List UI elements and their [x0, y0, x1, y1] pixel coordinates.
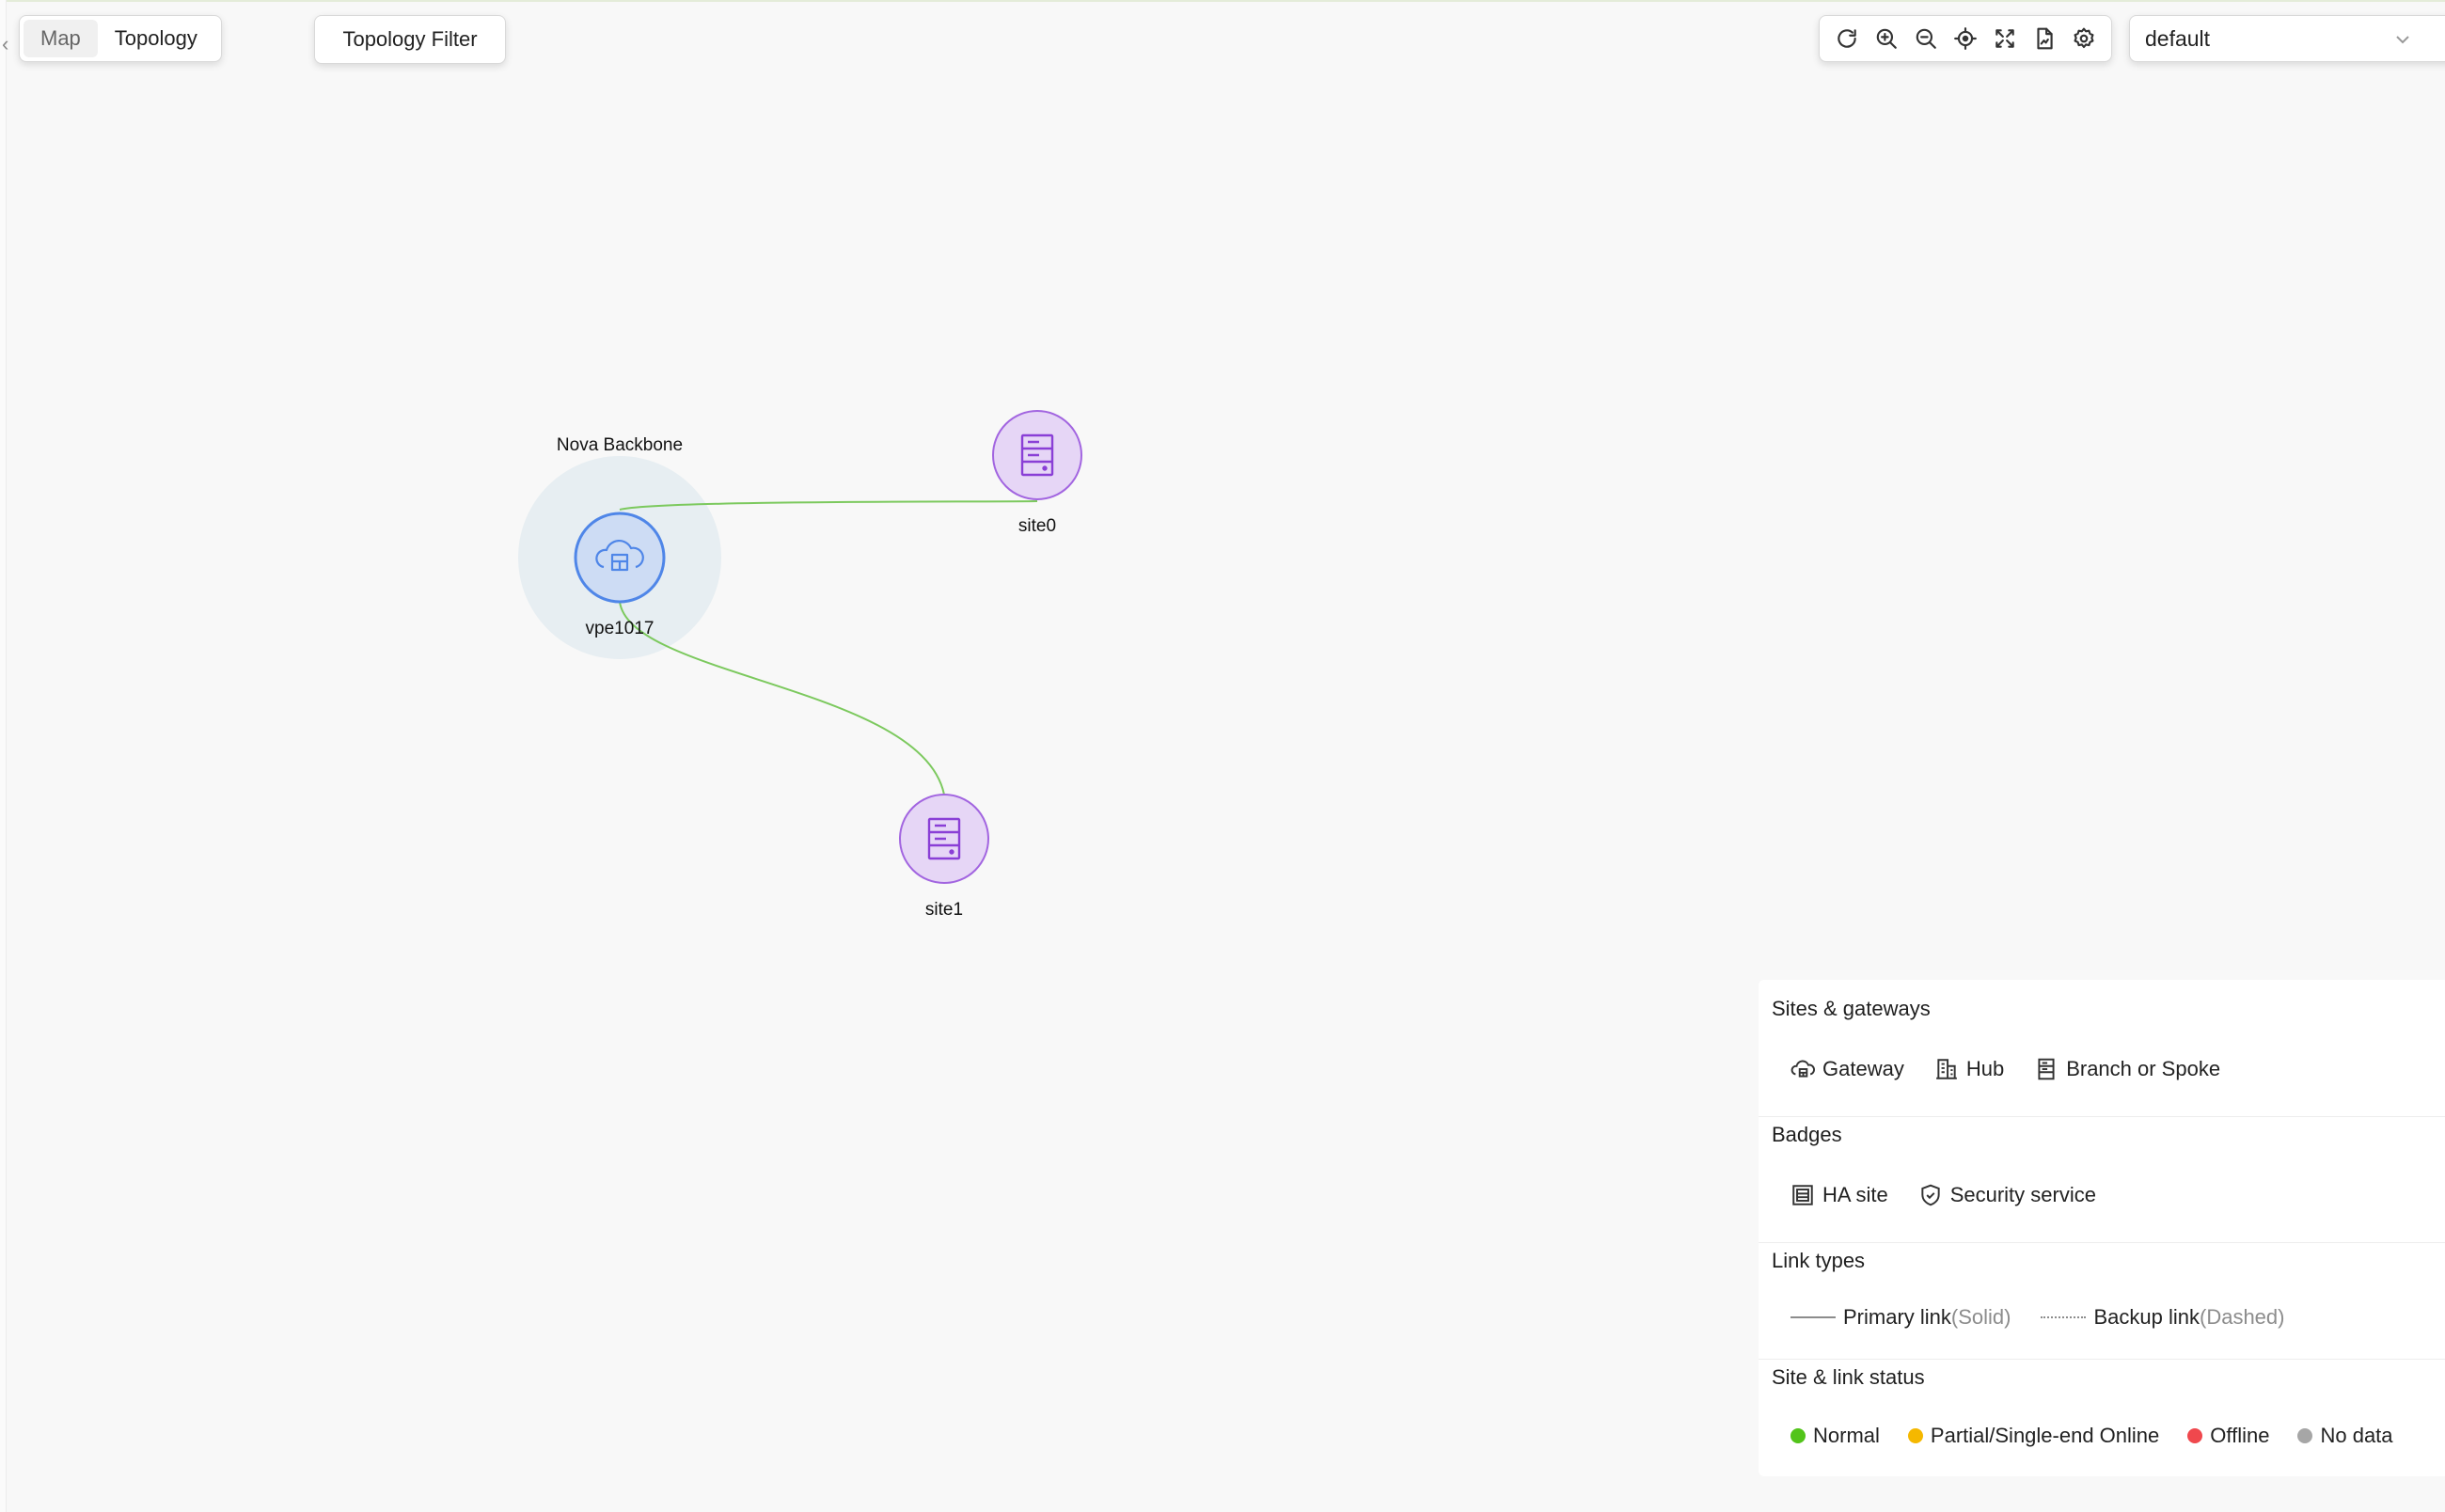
legend-sites-section: Sites & gateways — [1772, 997, 2445, 1021]
legend-badges-section: Badges — [1772, 1123, 2445, 1147]
status-partial-dot — [1907, 1428, 1923, 1443]
legend-divider — [1759, 1242, 2445, 1243]
node-vpe1017[interactable]: vpe1017 — [574, 512, 666, 638]
legend-divider — [1759, 1116, 2445, 1117]
legend-sites-row: Gateway Hub Branch or Spoke — [1790, 1057, 2250, 1081]
legend-gateway-label: Gateway — [1822, 1057, 1904, 1080]
legend-divider — [1759, 1359, 2445, 1360]
legend-normal-label: Normal — [1813, 1424, 1880, 1447]
legend-badges-row: HA site Security service — [1790, 1183, 2126, 1207]
legend-sites-title: Sites & gateways — [1772, 997, 1931, 1020]
legend-item-partial: Partial/Single-end Online — [1907, 1424, 2160, 1448]
legend-item-ha-site: HA site — [1790, 1183, 1888, 1207]
legend-item-backup-link: Backup link (Dashed) — [2041, 1305, 2284, 1330]
status-normal-dot — [1790, 1428, 1806, 1443]
node-site1-label: site1 — [925, 900, 963, 920]
legend-item-branch: Branch or Spoke — [2034, 1057, 2220, 1081]
legend-status-section: Site & link status — [1772, 1365, 2445, 1390]
legend-item-primary-link: Primary link (Solid) — [1790, 1305, 2011, 1330]
legend-backup-note: (Dashed) — [2200, 1305, 2285, 1329]
legend-badges-title: Badges — [1772, 1123, 1842, 1146]
legend-link-types-row: Primary link (Solid) Backup link (Dashed… — [1790, 1305, 2314, 1330]
legend-hub-label: Hub — [1965, 1057, 2005, 1080]
ha-site-icon — [1792, 1185, 1813, 1205]
legend-item-gateway: Gateway — [1790, 1057, 1904, 1081]
dashed-line-sample — [2041, 1316, 2087, 1318]
shield-icon — [1921, 1184, 1940, 1206]
legend-no-data-label: No data — [2320, 1424, 2393, 1447]
legend-status-title: Site & link status — [1772, 1365, 1925, 1389]
cloud-gateway-icon — [1790, 1060, 1815, 1078]
legend-backup-label: Backup link — [2093, 1305, 2200, 1329]
legend-item-offline: Offline — [2187, 1424, 2269, 1448]
legend-primary-label: Primary link — [1843, 1305, 1951, 1329]
legend-primary-note: (Solid) — [1950, 1305, 2011, 1329]
legend-ha-site-label: HA site — [1822, 1183, 1888, 1206]
node-site1[interactable]: site1 — [899, 794, 989, 920]
legend-link-types-title: Link types — [1772, 1249, 1866, 1272]
legend-item-no-data: No data — [2297, 1424, 2393, 1448]
status-no-data-dot — [2297, 1428, 2313, 1443]
server-branch-icon — [2038, 1058, 2055, 1080]
legend-status-row: Normal Partial/Single-end Online Offline… — [1790, 1424, 2393, 1448]
node-site0[interactable]: site0 — [992, 410, 1082, 536]
topology-canvas[interactable]: ‹ Map Topology Topology Filter default N… — [0, 0, 2445, 1512]
legend-item-normal: Normal — [1790, 1424, 1880, 1448]
node-site0-label: site0 — [1018, 516, 1056, 536]
legend-panel: Sites & gateways Gateway Hub Branch or S… — [1759, 980, 2445, 1476]
legend-security-label: Security service — [1949, 1183, 2096, 1206]
group-label: Nova Backbone — [557, 435, 683, 455]
legend-link-types-section: Link types — [1772, 1249, 2445, 1273]
building-hub-icon — [1935, 1059, 1957, 1079]
legend-offline-label: Offline — [2210, 1424, 2270, 1447]
legend-branch-label: Branch or Spoke — [2066, 1057, 2221, 1080]
legend-partial-label: Partial/Single-end Online — [1930, 1424, 2160, 1447]
node-vpe1017-label: vpe1017 — [586, 619, 655, 638]
solid-line-sample — [1790, 1316, 1836, 1318]
status-offline-dot — [2187, 1428, 2203, 1443]
legend-item-hub: Hub — [1934, 1057, 2004, 1081]
legend-item-security: Security service — [1918, 1183, 2096, 1207]
